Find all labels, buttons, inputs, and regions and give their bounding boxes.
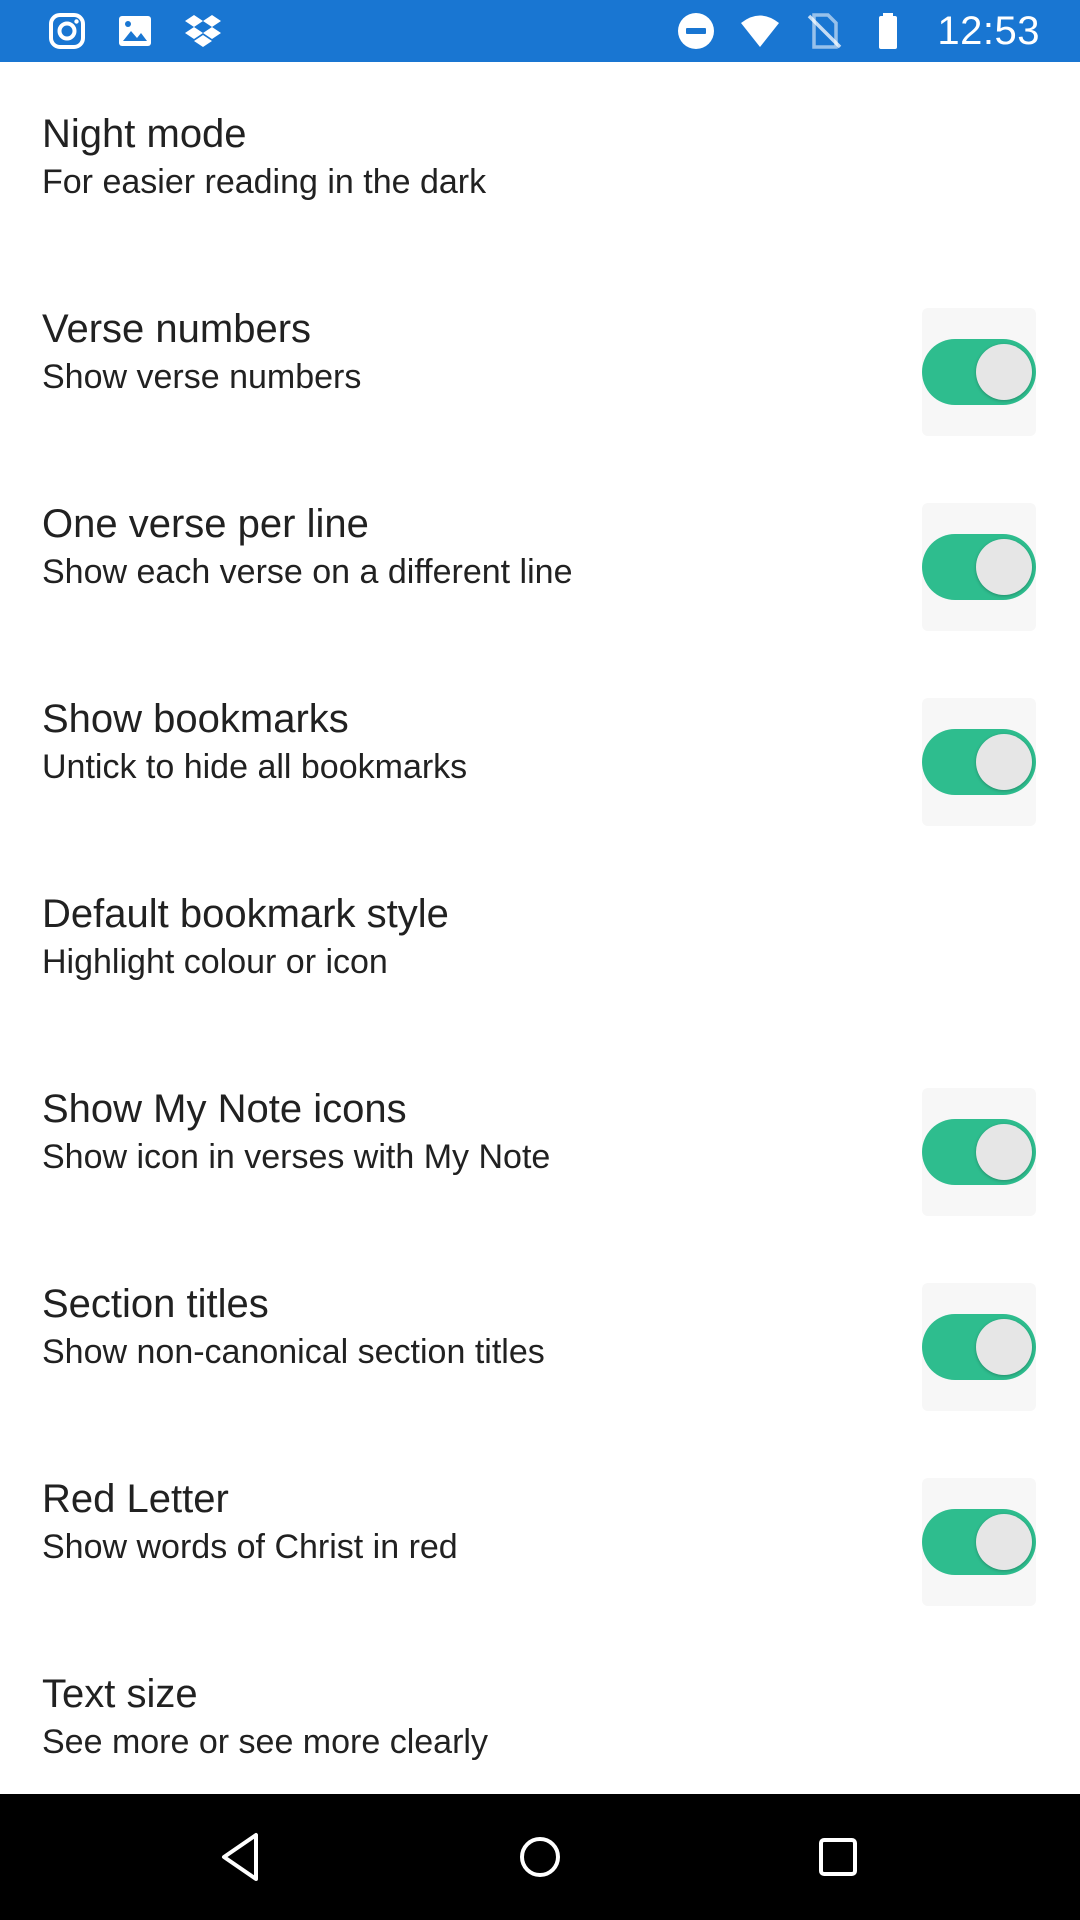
pref-title: Section titles xyxy=(42,1282,269,1326)
pref-summary: Show icon in verses with My Note xyxy=(42,1138,551,1176)
battery-icon xyxy=(867,10,909,52)
status-bar: 12:53 xyxy=(0,0,1080,62)
home-icon[interactable] xyxy=(510,1827,570,1887)
pref-show-my-note-icons[interactable]: Show My Note icons Show icon in verses w… xyxy=(0,1037,1080,1232)
pref-title: Verse numbers xyxy=(42,307,312,351)
toggle-track xyxy=(922,534,1036,600)
settings-list[interactable]: Night mode For easier reading in the dar… xyxy=(0,62,1080,1794)
pref-summary: Show verse numbers xyxy=(42,358,362,396)
toggle-track xyxy=(922,729,1036,795)
toggle-knob xyxy=(976,1319,1032,1375)
pref-default-bookmark-style[interactable]: Default bookmark style Highlight colour … xyxy=(0,842,1080,1037)
toggle-knob xyxy=(976,1514,1032,1570)
back-icon[interactable] xyxy=(212,1827,272,1887)
pref-summary: For easier reading in the dark xyxy=(42,163,487,201)
toggle-track xyxy=(922,1314,1036,1380)
pref-title: Default bookmark style xyxy=(42,892,449,936)
pref-summary: Show non-canonical section titles xyxy=(42,1333,545,1371)
pref-title: Text size xyxy=(42,1672,198,1716)
pref-red-letter[interactable]: Red Letter Show words of Christ in red xyxy=(0,1427,1080,1622)
dropbox-icon xyxy=(182,10,224,52)
toggle-knob xyxy=(976,344,1032,400)
pref-text-size[interactable]: Text size See more or see more clearly xyxy=(0,1622,1080,1794)
pref-summary: Highlight colour or icon xyxy=(42,943,388,981)
pref-summary: Show each verse on a different line xyxy=(42,553,573,591)
toggle-track xyxy=(922,1509,1036,1575)
pref-title: Show bookmarks xyxy=(42,697,349,741)
pref-title: One verse per line xyxy=(42,502,369,546)
toggle-knob xyxy=(976,539,1032,595)
status-bar-time: 12:53 xyxy=(937,8,1040,53)
one-verse-per-line-switch[interactable] xyxy=(922,503,1036,631)
toggle-track xyxy=(922,339,1036,405)
do-not-disturb-icon xyxy=(675,10,717,52)
navigation-bar xyxy=(0,1794,1080,1920)
pref-section-titles[interactable]: Section titles Show non-canonical sectio… xyxy=(0,1232,1080,1427)
pref-verse-numbers[interactable]: Verse numbers Show verse numbers xyxy=(0,257,1080,452)
pref-title: Show My Note icons xyxy=(42,1087,407,1131)
wifi-icon xyxy=(739,10,781,52)
no-sim-icon xyxy=(803,10,845,52)
pref-one-verse-per-line[interactable]: One verse per line Show each verse on a … xyxy=(0,452,1080,647)
toggle-knob xyxy=(976,734,1032,790)
show-my-note-icons-switch[interactable] xyxy=(922,1088,1036,1216)
red-letter-switch[interactable] xyxy=(922,1478,1036,1606)
image-icon xyxy=(114,10,156,52)
show-bookmarks-switch[interactable] xyxy=(922,698,1036,826)
section-titles-switch[interactable] xyxy=(922,1283,1036,1411)
recents-icon[interactable] xyxy=(808,1827,868,1887)
pref-summary: Untick to hide all bookmarks xyxy=(42,748,468,786)
status-bar-notifications xyxy=(46,10,224,52)
verse-numbers-switch[interactable] xyxy=(922,308,1036,436)
pref-night-mode[interactable]: Night mode For easier reading in the dar… xyxy=(0,62,1080,257)
pref-summary: Show words of Christ in red xyxy=(42,1528,458,1566)
instagram-icon xyxy=(46,10,88,52)
pref-show-bookmarks[interactable]: Show bookmarks Untick to hide all bookma… xyxy=(0,647,1080,842)
pref-title: Night mode xyxy=(42,112,247,156)
pref-summary: See more or see more clearly xyxy=(42,1723,488,1761)
status-bar-system: 12:53 xyxy=(675,8,1040,53)
pref-title: Red Letter xyxy=(42,1477,229,1521)
toggle-track xyxy=(922,1119,1036,1185)
toggle-knob xyxy=(976,1124,1032,1180)
